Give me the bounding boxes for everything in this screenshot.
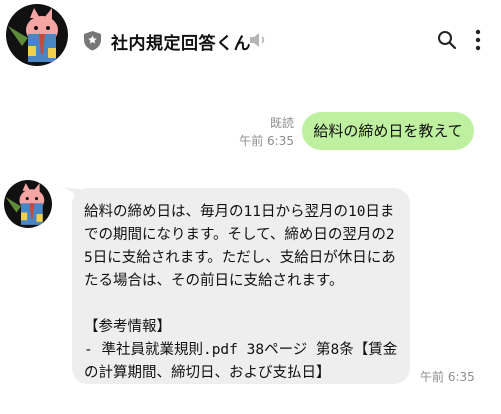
received-message-text: 給料の締め日は、毎月の11日から翌月の10日までの期間になります。そして、締め日… xyxy=(84,204,398,381)
search-icon[interactable] xyxy=(437,30,457,50)
read-receipt: 既読 xyxy=(269,116,294,130)
more-vertical-icon[interactable] xyxy=(473,28,483,52)
received-timestamp: 午前 6:35 xyxy=(420,370,475,384)
bot-avatar-small[interactable] xyxy=(4,180,52,228)
speaker-muted-icon xyxy=(250,33,265,47)
shield-icon xyxy=(84,31,101,51)
chat-title: 社内規定回答くん xyxy=(111,34,251,54)
sent-message-text: 給料の締め日を教えて xyxy=(313,122,463,140)
chat-header: 社内規定回答くん xyxy=(0,0,501,84)
bot-avatar[interactable] xyxy=(6,4,68,66)
sent-message-meta: 既読 午前 6:35 xyxy=(232,114,294,150)
sent-message-bubble[interactable]: 給料の締め日を教えて xyxy=(302,112,474,150)
sent-timestamp: 午前 6:35 xyxy=(239,134,294,148)
